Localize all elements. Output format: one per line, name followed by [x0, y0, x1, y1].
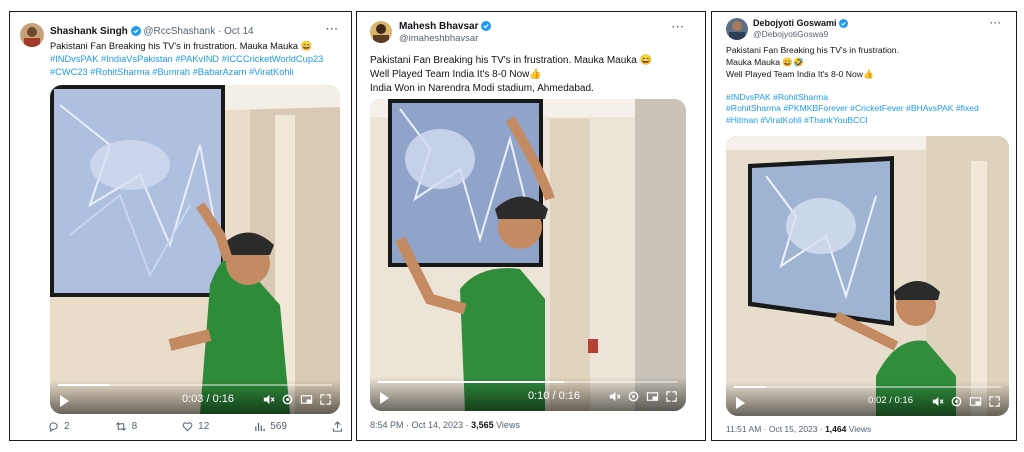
verified-badge-icon	[839, 19, 849, 29]
video-progress-bar[interactable]	[58, 384, 332, 386]
tweet-header: Mahesh Bhavsar @imaheshbhavsar	[370, 21, 492, 44]
author-name[interactable]: Debojyoti Goswami	[753, 18, 837, 28]
video-player[interactable]: 0:03 / 0:16	[50, 85, 340, 414]
video-progress-bar[interactable]	[734, 386, 1001, 388]
video-control-icons	[262, 393, 332, 406]
video-controls: 0:03 / 0:16	[50, 380, 340, 414]
video-progress-fill	[58, 384, 111, 386]
tweet-text: Pakistani Fan Breaking his TV's in frust…	[50, 40, 345, 78]
views-chart-icon	[255, 422, 265, 432]
views-button[interactable]: 569	[254, 421, 287, 432]
video-time: 0:10 / 0:16	[528, 390, 580, 402]
views-count: 569	[270, 421, 287, 432]
video-player[interactable]: 0:10 / 0:16	[370, 99, 686, 411]
avatar[interactable]	[20, 23, 44, 47]
retweet-icon	[115, 422, 126, 431]
tweet-line-3: Well Played Team India It's 8-0 Now👍	[726, 68, 874, 79]
mute-icon[interactable]	[262, 393, 275, 406]
tweet-line-2: Mauka Mauka 😄🤣	[726, 56, 804, 67]
tweet-date[interactable]: · Oct 14	[218, 26, 254, 37]
video-controls: 0:02 / 0:16	[726, 382, 1009, 416]
retweet-button[interactable]: 8	[115, 421, 138, 432]
video-control-icons	[931, 395, 1001, 408]
retweet-count: 8	[131, 421, 138, 432]
video-controls: 0:10 / 0:16	[370, 377, 686, 411]
author-handle[interactable]: @RccShashank	[143, 26, 215, 37]
share-icon	[332, 421, 343, 432]
video-time: 0:02 / 0:16	[868, 395, 913, 406]
tweet-card-2[interactable]: Mahesh Bhavsar @imaheshbhavsar ··· Pakis…	[356, 11, 706, 441]
like-button[interactable]: 12	[182, 421, 209, 432]
author-handle[interactable]: @imaheshbhavsar	[399, 33, 491, 44]
reply-icon	[49, 422, 58, 432]
video-time: 0:03 / 0:16	[182, 393, 234, 405]
video-control-icons	[608, 390, 678, 403]
more-options-icon[interactable]: ···	[990, 18, 1002, 28]
video-player[interactable]: 0:02 / 0:16	[726, 136, 1009, 416]
author-name[interactable]: Mahesh Bhavsar	[399, 21, 478, 32]
tweet-text: Pakistani Fan Breaking his TV's in frust…	[726, 45, 1011, 127]
tweet-body: Pakistani Fan Breaking his TV's in frust…	[50, 41, 313, 51]
hashtags-line-2[interactable]: #CWC23 #RohitSharma #Bumrah #BabarAzam #…	[50, 66, 345, 79]
tweet-line-2: Well Played Team India It's 8-0 Now👍	[370, 68, 542, 80]
settings-icon[interactable]	[627, 390, 640, 403]
video-progress-bar[interactable]	[378, 381, 678, 383]
heart-icon	[182, 422, 193, 432]
video-frame	[50, 85, 340, 414]
tweet-actions: 2 8 12 569	[48, 421, 343, 432]
picture-in-picture-icon[interactable]	[969, 395, 982, 408]
avatar[interactable]	[726, 18, 748, 40]
views-label: Views	[493, 420, 520, 430]
reply-count: 2	[64, 421, 70, 432]
play-icon[interactable]	[736, 397, 745, 409]
author-handle[interactable]: @DebojyotiGoswa9	[753, 29, 848, 39]
views-count: 1,464	[825, 424, 847, 434]
tweet-meta: 8:54 PM · Oct 14, 2023 · 3,565 Views	[370, 420, 520, 430]
author-name[interactable]: Shashank Singh	[50, 26, 128, 37]
views-label: Views	[846, 424, 872, 434]
tweet-card-1[interactable]: Shashank Singh @RccShashank · Oct 14 ···…	[9, 11, 352, 441]
hashtags-line-1[interactable]: #INDvsPAK #IndiaVsPakistan #PAKvIND #ICC…	[50, 53, 345, 66]
tweet-text: Pakistani Fan Breaking his TV's in frust…	[370, 54, 700, 95]
fullscreen-icon[interactable]	[319, 393, 332, 406]
settings-icon[interactable]	[281, 393, 294, 406]
video-progress-fill	[378, 381, 564, 383]
mute-icon[interactable]	[931, 395, 944, 408]
reply-button[interactable]: 2	[48, 421, 70, 432]
more-options-icon[interactable]: ···	[326, 24, 339, 35]
settings-icon[interactable]	[950, 395, 963, 408]
more-options-icon[interactable]: ···	[672, 22, 685, 33]
tweet-line-3: India Won in Narendra Modi stadium, Ahme…	[370, 82, 594, 94]
fullscreen-icon[interactable]	[665, 390, 678, 403]
avatar[interactable]	[370, 21, 392, 43]
fullscreen-icon[interactable]	[988, 395, 1001, 408]
hashtags-line-1[interactable]: #INDvsPAK #RohitSharma	[726, 92, 1011, 104]
tweet-card-3[interactable]: Debojyoti Goswami @DebojyotiGoswa9 ··· P…	[711, 11, 1017, 441]
hashtags-line-3[interactable]: #Hitman #ViratKohli #ThankYouBCCI	[726, 115, 1011, 127]
tweet-timestamp[interactable]: 11:51 AM · Oct 15, 2023 ·	[726, 424, 825, 434]
tweet-meta: 11:51 AM · Oct 15, 2023 · 1,464 Views	[726, 424, 871, 434]
mute-icon[interactable]	[608, 390, 621, 403]
video-frame	[726, 136, 1009, 416]
tweet-timestamp[interactable]: 8:54 PM · Oct 14, 2023 ·	[370, 420, 471, 430]
tweet-line-1: Pakistani Fan Breaking his TV's in frust…	[370, 55, 653, 66]
picture-in-picture-icon[interactable]	[300, 393, 313, 406]
video-frame	[370, 99, 686, 411]
play-icon[interactable]	[380, 392, 389, 404]
views-count: 3,565	[471, 420, 494, 430]
tweet-line-1: Pakistani Fan Breaking his TV's in frust…	[726, 45, 899, 55]
verified-badge-icon	[130, 26, 141, 37]
verified-badge-icon	[481, 21, 492, 32]
like-count: 12	[198, 421, 210, 432]
share-button[interactable]	[332, 421, 343, 432]
video-progress-fill	[734, 386, 767, 388]
play-icon[interactable]	[60, 395, 69, 407]
hashtags-line-2[interactable]: #RohitSharma #PKMKBForever #CricketFever…	[726, 103, 1011, 115]
tweet-header: Debojyoti Goswami @DebojyotiGoswa9	[726, 18, 849, 40]
picture-in-picture-icon[interactable]	[646, 390, 659, 403]
